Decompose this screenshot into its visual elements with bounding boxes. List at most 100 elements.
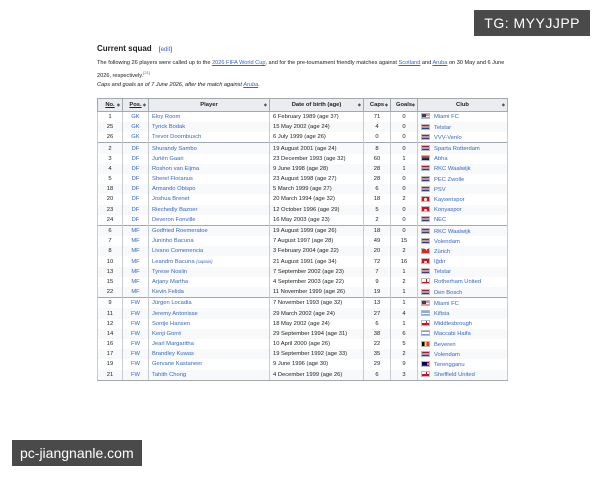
aruba-link[interactable]: Aruba	[432, 60, 447, 66]
player-link[interactable]: Tahith Chong	[152, 372, 186, 378]
cell-position[interactable]: MF	[122, 256, 149, 267]
flag-icon[interactable]	[421, 320, 430, 327]
club-link[interactable]: Konyaspor	[434, 207, 462, 213]
club-link[interactable]: PSV	[434, 187, 446, 193]
position-link[interactable]: MF	[131, 279, 139, 285]
flag-icon[interactable]	[421, 350, 430, 357]
position-link[interactable]: FW	[131, 341, 140, 347]
club-link[interactable]: Rotherham United	[434, 279, 481, 285]
club-link[interactable]: NEC	[434, 217, 446, 223]
cell-position[interactable]: FW	[122, 318, 149, 329]
position-link[interactable]: DF	[132, 217, 140, 223]
scotland-link[interactable]: Scotland	[399, 60, 421, 66]
captain-note[interactable]: (captain)	[196, 259, 212, 264]
club-link[interactable]: Beveren	[434, 342, 456, 348]
club-link[interactable]: Miami FC	[434, 114, 459, 120]
position-link[interactable]: DF	[132, 207, 140, 213]
flag-icon[interactable]	[421, 288, 430, 295]
cell-position[interactable]: MF	[122, 276, 149, 288]
position-link[interactable]: FW	[131, 331, 140, 337]
club-link[interactable]: Telstar	[434, 269, 451, 275]
club-link[interactable]: RKC Waalwijk	[434, 229, 471, 235]
sort-icon[interactable]: ◆	[412, 102, 415, 107]
player-link[interactable]: Sherel Floranus	[152, 176, 193, 182]
flag-icon[interactable]	[421, 216, 430, 223]
cell-position[interactable]: MF	[122, 266, 149, 277]
flag-icon[interactable]	[421, 175, 430, 182]
position-link[interactable]: DF	[132, 156, 140, 162]
cell-position[interactable]: FW	[122, 359, 149, 370]
flag-icon[interactable]	[421, 155, 430, 162]
club-link[interactable]: Abha	[434, 156, 448, 162]
position-link[interactable]: FW	[131, 372, 140, 378]
club-link[interactable]: Miami FC	[434, 301, 459, 307]
position-link[interactable]: FW	[131, 300, 140, 306]
cell-position[interactable]: FW	[122, 328, 149, 339]
cell-position[interactable]: DF	[122, 142, 149, 154]
player-link[interactable]: Jearl Margaritha	[152, 341, 194, 347]
flag-icon[interactable]	[421, 123, 430, 130]
caps-note-aruba-link[interactable]: Aruba	[243, 82, 258, 88]
cell-position[interactable]: GK	[122, 132, 149, 143]
player-link[interactable]: Eloy Room	[152, 114, 180, 120]
position-link[interactable]: FW	[131, 351, 140, 357]
flag-icon[interactable]	[421, 268, 430, 275]
flag-icon[interactable]	[421, 227, 430, 234]
flag-icon[interactable]	[421, 113, 430, 120]
header-club[interactable]: Club ◆	[417, 97, 508, 112]
world-cup-link[interactable]: 2026 FIFA World Cup	[212, 60, 265, 66]
header-player[interactable]: Player ◆	[148, 97, 270, 112]
header-pos[interactable]: Pos. ◆	[122, 97, 149, 112]
cell-position[interactable]: MF	[122, 287, 149, 298]
club-link[interactable]: Volendam	[434, 239, 460, 245]
player-link[interactable]: Trevor Doornbusch	[152, 134, 201, 140]
player-link[interactable]: Joshua Brenet	[152, 196, 189, 202]
position-link[interactable]: FW	[131, 321, 140, 327]
player-link[interactable]: Roshon van Eijma	[152, 166, 199, 172]
sort-icon[interactable]: ◆	[385, 102, 388, 107]
sort-icon[interactable]: ◆	[143, 102, 146, 107]
cell-position[interactable]: DF	[122, 204, 149, 215]
position-link[interactable]: DF	[132, 196, 140, 202]
cell-position[interactable]: FW	[122, 338, 149, 350]
club-link[interactable]: Maccabi Haifa	[434, 331, 471, 337]
player-link[interactable]: Godfried Roemeratoe	[152, 228, 208, 234]
position-link[interactable]: DF	[132, 166, 140, 172]
position-link[interactable]: GK	[131, 134, 139, 140]
position-link[interactable]: DF	[132, 146, 140, 152]
club-link[interactable]: Zürich	[434, 249, 450, 255]
flag-icon[interactable]	[421, 133, 430, 140]
player-link[interactable]: Jeremy Antonisse	[152, 311, 198, 317]
cell-position[interactable]: MF	[122, 224, 149, 237]
player-link[interactable]: Kevin Felida	[152, 289, 184, 295]
player-link[interactable]: Gervane Kastaneer	[152, 361, 202, 367]
player-link[interactable]: Livano Comenencia	[152, 248, 203, 254]
header-caps[interactable]: Caps ◆	[363, 97, 391, 112]
club-link[interactable]: PEC Zwolle	[434, 177, 464, 183]
player-link[interactable]: Sontje Hansen	[152, 321, 190, 327]
player-link[interactable]: Juriën Gaari	[152, 156, 184, 162]
reference-link[interactable]: [21]	[143, 70, 150, 75]
cell-position[interactable]: FW	[122, 349, 149, 360]
club-link[interactable]: RKC Waalwijk	[434, 166, 471, 172]
player-link[interactable]: Arjany Martha	[152, 279, 188, 285]
flag-icon[interactable]	[421, 165, 430, 172]
player-link[interactable]: Kenji Gorré	[152, 331, 181, 337]
player-link[interactable]: Leandro Bacuna	[152, 259, 195, 265]
club-link[interactable]: Terengganu	[434, 362, 465, 368]
flag-icon[interactable]	[421, 237, 430, 244]
sort-icon[interactable]: ◆	[502, 102, 505, 107]
player-link[interactable]: Jürgen Locadia	[152, 300, 192, 306]
sort-icon[interactable]: ◆	[117, 102, 120, 107]
player-link[interactable]: Tyrese Noslin	[152, 269, 187, 275]
cell-position[interactable]: FW	[122, 369, 149, 381]
flag-icon[interactable]	[421, 330, 430, 337]
flag-icon[interactable]	[421, 145, 430, 152]
player-link[interactable]: Deveron Fonville	[152, 217, 196, 223]
flag-icon[interactable]	[421, 310, 430, 317]
club-link[interactable]: Sparta Rotterdam	[434, 146, 480, 152]
flag-icon[interactable]	[421, 258, 430, 265]
club-link[interactable]: Den Bosch	[434, 290, 462, 296]
cell-position[interactable]: FW	[122, 297, 149, 309]
cell-position[interactable]: FW	[122, 308, 149, 319]
